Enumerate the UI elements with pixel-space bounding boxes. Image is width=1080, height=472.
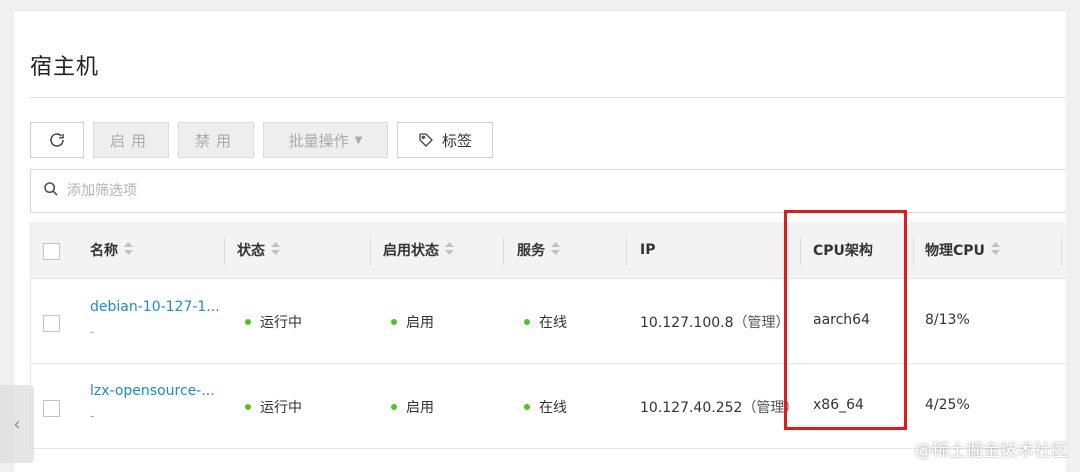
scroll-left-button[interactable]: ‹ bbox=[0, 385, 34, 463]
table-header: 名称 状态 启用状态 服务 IP CPU架构 物理CPU bbox=[31, 222, 1067, 279]
tag-button[interactable]: 标签 bbox=[397, 122, 493, 158]
header-service[interactable]: 服务 bbox=[517, 222, 560, 278]
service-text: 在线 bbox=[539, 400, 567, 416]
enable-status-cell: 启用 bbox=[391, 397, 434, 417]
sort-icon[interactable] bbox=[124, 241, 133, 259]
row-checkbox[interactable] bbox=[43, 400, 60, 417]
host-name-link[interactable]: lzx-opensource-... bbox=[90, 383, 215, 399]
header-ip[interactable]: IP bbox=[640, 222, 655, 278]
host-name-link[interactable]: debian-10-127-1... bbox=[90, 299, 220, 315]
header-status-label: 状态 bbox=[237, 243, 265, 259]
table-row[interactable]: lzx-opensource-... - 运行中 启用 在线 10.127.40… bbox=[31, 364, 1067, 449]
status-dot-icon bbox=[391, 404, 397, 410]
status-text: 运行中 bbox=[260, 315, 302, 331]
enable-status-text: 启用 bbox=[406, 315, 434, 331]
header-ip-label: IP bbox=[640, 242, 656, 258]
ip-text: 10.127.100.8 bbox=[640, 315, 734, 331]
header-service-label: 服务 bbox=[517, 243, 545, 259]
batch-actions-label: 批量操作 bbox=[288, 131, 349, 150]
tag-icon bbox=[418, 132, 434, 148]
refresh-button[interactable] bbox=[30, 122, 84, 158]
status-dot-icon bbox=[524, 404, 530, 410]
select-all-checkbox[interactable] bbox=[43, 243, 60, 260]
host-description: - bbox=[90, 325, 95, 340]
physical-cpu-cell: 8/13% bbox=[925, 312, 970, 328]
enable-status-text: 启用 bbox=[406, 400, 434, 416]
ip-note: （管理） bbox=[733, 315, 790, 331]
service-text: 在线 bbox=[539, 315, 567, 331]
sort-icon[interactable] bbox=[271, 241, 280, 259]
title-divider bbox=[30, 97, 1066, 98]
ip-text: 10.127.40.252 bbox=[640, 400, 743, 416]
sort-icon[interactable] bbox=[445, 241, 454, 259]
batch-actions-button[interactable]: 批量操作 ▼ bbox=[263, 122, 388, 158]
service-cell: 在线 bbox=[524, 397, 567, 417]
disable-button[interactable]: 禁用 bbox=[178, 122, 254, 158]
watermark: @稀土掘金技术社区 bbox=[915, 441, 1068, 461]
sort-icon[interactable] bbox=[551, 241, 560, 259]
header-enable-status-label: 启用状态 bbox=[383, 243, 439, 259]
physical-cpu-cell: 4/25% bbox=[925, 397, 970, 413]
hosts-table: 名称 状态 启用状态 服务 IP CPU架构 物理CPU debian-10-1… bbox=[30, 222, 1067, 449]
column-divider[interactable] bbox=[224, 237, 225, 265]
status-dot-icon bbox=[245, 404, 251, 410]
refresh-icon bbox=[48, 131, 66, 149]
filter-bar[interactable] bbox=[30, 169, 1066, 213]
status-dot-icon bbox=[391, 319, 397, 325]
chevron-left-icon: ‹ bbox=[13, 413, 21, 435]
status-cell: 运行中 bbox=[245, 397, 302, 417]
ip-cell: 10.127.100.8（管理） bbox=[640, 312, 790, 332]
column-divider[interactable] bbox=[913, 237, 914, 265]
header-physical-cpu-label: 物理CPU bbox=[925, 243, 985, 259]
header-name-label: 名称 bbox=[90, 243, 118, 259]
host-description: - bbox=[90, 409, 95, 424]
status-dot-icon bbox=[524, 319, 530, 325]
column-divider[interactable] bbox=[503, 237, 504, 265]
status-dot-icon bbox=[245, 319, 251, 325]
caret-down-icon: ▼ bbox=[354, 134, 363, 146]
header-physical-cpu[interactable]: 物理CPU bbox=[925, 222, 1000, 278]
header-status[interactable]: 状态 bbox=[237, 222, 280, 278]
status-text: 运行中 bbox=[260, 400, 302, 416]
header-enable-status[interactable]: 启用状态 bbox=[383, 222, 454, 278]
ip-cell: 10.127.40.252（管理） bbox=[640, 397, 798, 417]
filter-input[interactable] bbox=[65, 182, 469, 200]
service-cell: 在线 bbox=[524, 312, 567, 332]
row-checkbox[interactable] bbox=[43, 315, 60, 332]
column-divider[interactable] bbox=[626, 237, 627, 265]
search-icon bbox=[43, 181, 59, 201]
tag-label: 标签 bbox=[441, 131, 472, 150]
cpu-arch-highlight-box bbox=[784, 210, 907, 430]
page-title: 宿主机 bbox=[30, 55, 100, 80]
enable-button[interactable]: 启用 bbox=[93, 122, 169, 158]
status-cell: 运行中 bbox=[245, 312, 302, 332]
column-divider[interactable] bbox=[370, 237, 371, 265]
sort-icon[interactable] bbox=[990, 241, 1000, 259]
header-name[interactable]: 名称 bbox=[90, 222, 133, 278]
enable-status-cell: 启用 bbox=[391, 312, 434, 332]
table-row[interactable]: debian-10-127-1... - 运行中 启用 在线 10.127.10… bbox=[31, 279, 1067, 364]
column-divider[interactable] bbox=[1061, 237, 1062, 265]
